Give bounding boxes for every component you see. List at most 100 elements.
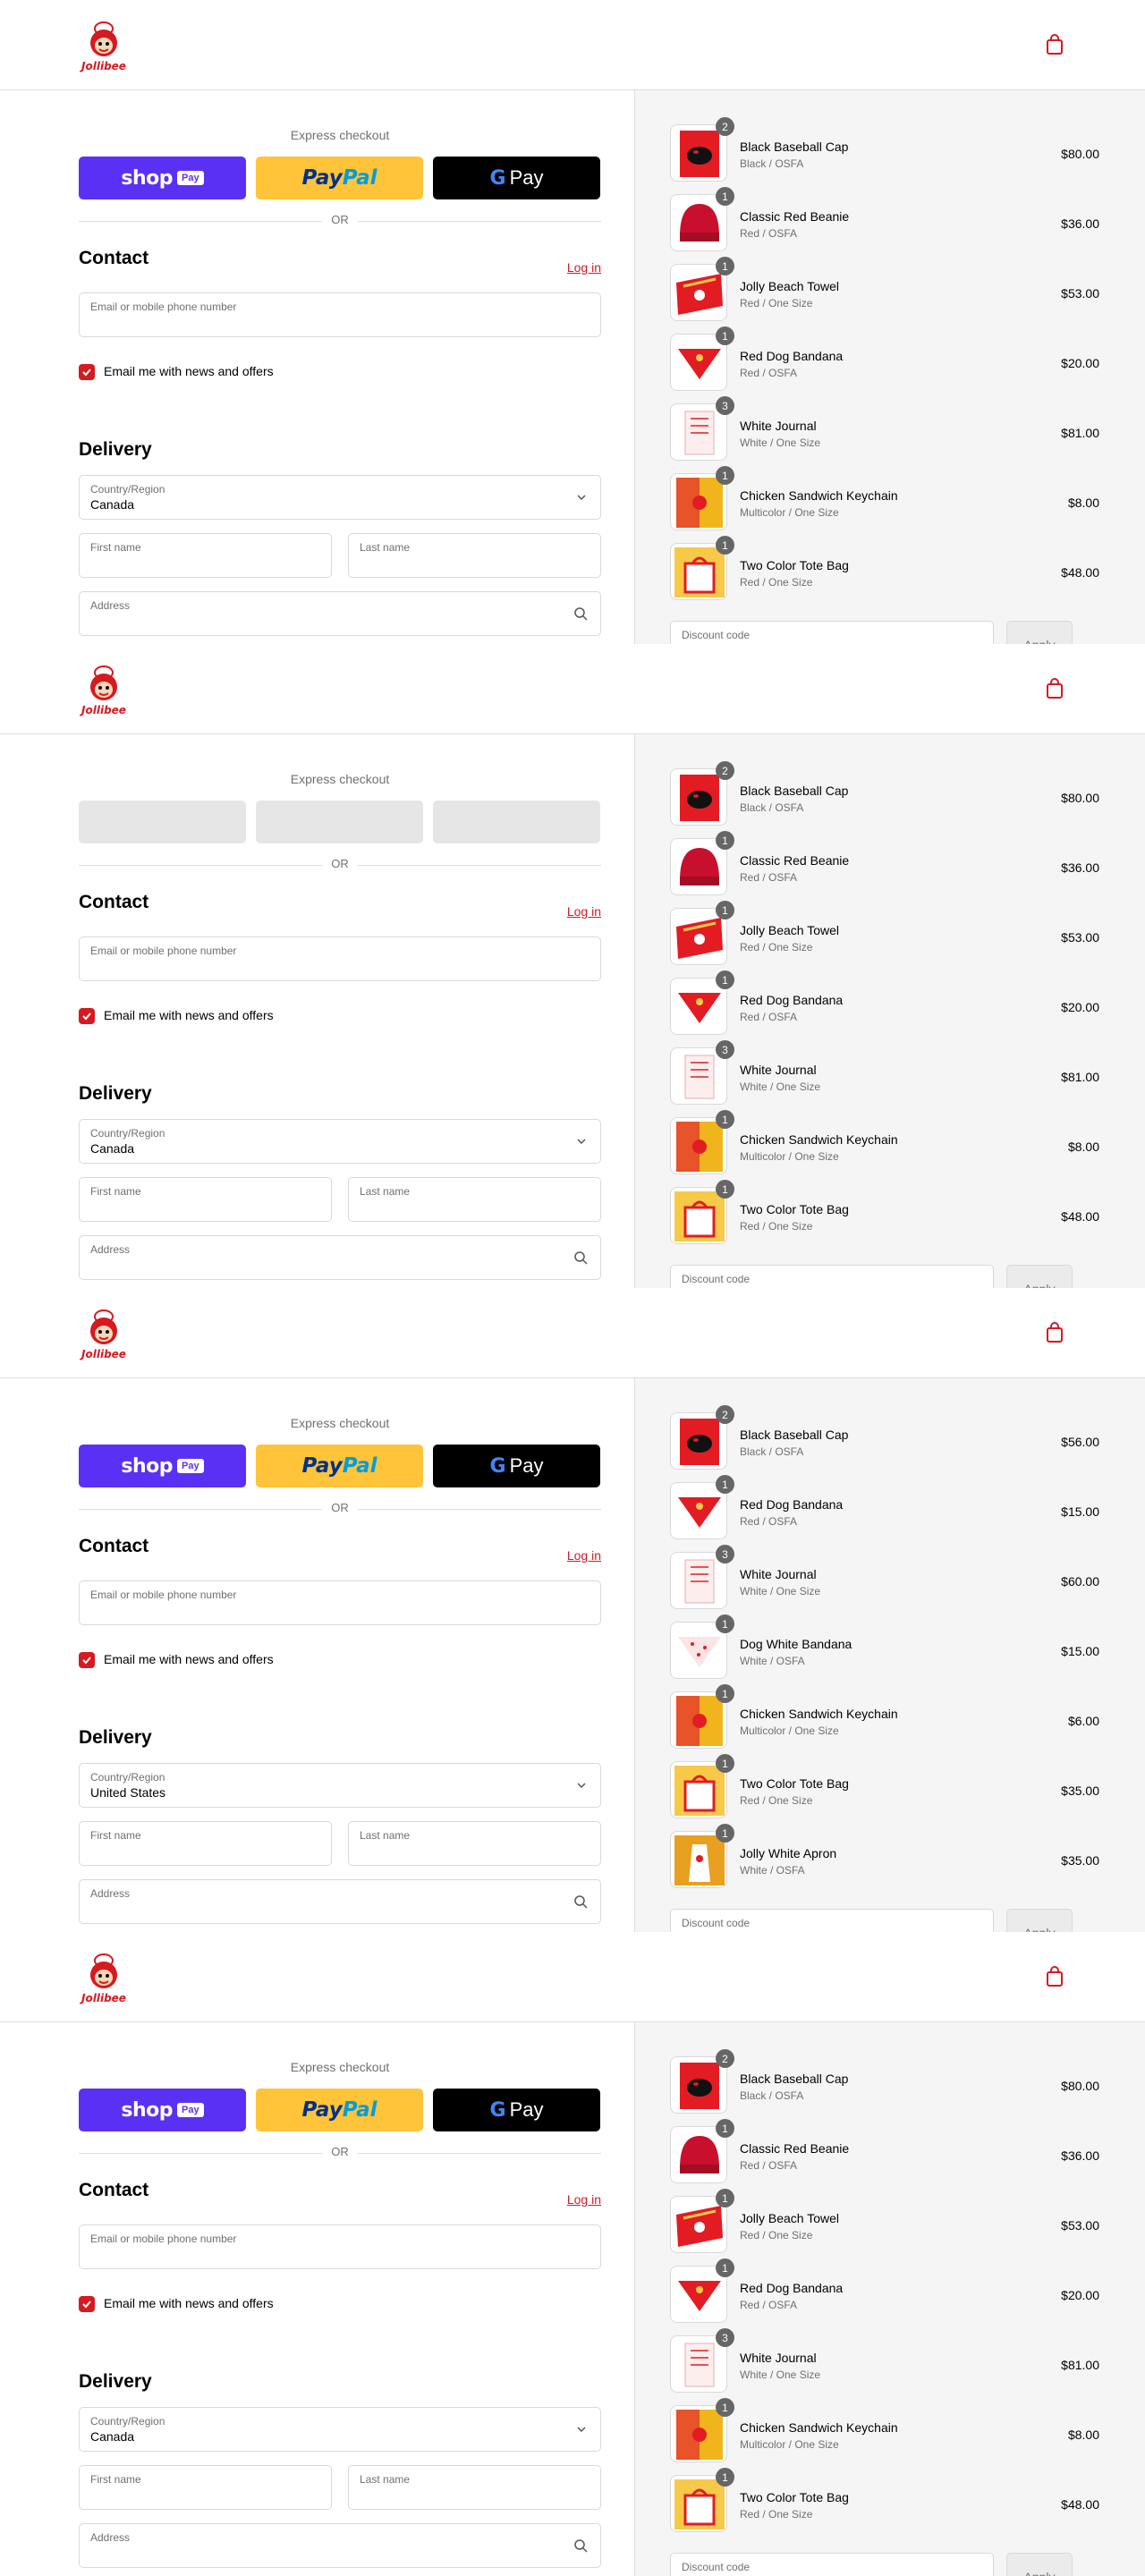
- shop-pay-button[interactable]: shop Pay: [79, 2089, 246, 2131]
- news-checkbox-label: Email me with news and offers: [104, 2296, 274, 2310]
- address-field[interactable]: Address: [79, 2523, 601, 2568]
- news-checkbox-label: Email me with news and offers: [104, 364, 274, 378]
- line-item: 1 Jolly White Apron White / OSFA $35.00: [670, 1824, 1099, 1888]
- line-item: 3 White Journal White / One Size $81.00: [670, 396, 1099, 461]
- jollibee-logo[interactable]: Jollibee: [77, 660, 131, 719]
- product-variant: Red / One Size: [740, 1220, 813, 1233]
- jollibee-logo[interactable]: Jollibee: [77, 1948, 131, 2007]
- paypal-button[interactable]: Pay Pal: [256, 1445, 423, 1487]
- address-field[interactable]: Address: [79, 591, 601, 636]
- first-name-field[interactable]: First name: [79, 1177, 332, 1222]
- email-placeholder: Email or mobile phone number: [90, 1589, 237, 1601]
- first-name-field[interactable]: First name: [79, 1821, 332, 1866]
- or-separator: OR: [322, 857, 358, 870]
- login-link[interactable]: Log in: [567, 1548, 601, 1563]
- jollibee-logo[interactable]: Jollibee: [77, 16, 131, 75]
- country-select[interactable]: Country/Region Canada: [79, 2407, 601, 2452]
- email-field[interactable]: Email or mobile phone number: [79, 936, 601, 981]
- product-variant: Black / OSFA: [740, 801, 804, 814]
- line-item: 1 Chicken Sandwich Keychain Multicolor / O…: [670, 2398, 1099, 2462]
- checkout-main: Express checkout OR Contact Log in Email…: [0, 734, 634, 1288]
- quantity-badge: 1: [716, 2398, 734, 2417]
- express-checkout-title: Express checkout: [290, 128, 390, 142]
- apply-discount-button[interactable]: Apply: [1006, 2553, 1073, 2576]
- cart-bag-icon[interactable]: [1046, 1322, 1064, 1343]
- svg-text:Jollibee: Jollibee: [80, 60, 126, 72]
- discount-code-field[interactable]: Discount code: [670, 1909, 994, 1932]
- product-variant: Red / OSFA: [740, 227, 798, 240]
- apply-discount-button[interactable]: Apply: [1006, 1909, 1073, 1932]
- last-name-field[interactable]: Last name: [348, 533, 601, 578]
- last-name-field[interactable]: Last name: [348, 1177, 601, 1222]
- product-price: $48.00: [1061, 565, 1099, 580]
- last-name-field[interactable]: Last name: [348, 1821, 601, 1866]
- paypal-button[interactable]: Pay Pal: [256, 157, 423, 199]
- product-price: $81.00: [1061, 2358, 1099, 2372]
- shop-pay-button[interactable]: shop Pay: [79, 1445, 246, 1487]
- cart-bag-icon[interactable]: [1046, 678, 1064, 699]
- product-variant: Red / OSFA: [740, 1515, 798, 1528]
- google-pay-button[interactable]: G Pay: [433, 157, 600, 199]
- line-item: 1 Red Dog Bandana Red / OSFA $20.00: [670, 326, 1099, 391]
- product-price: $53.00: [1061, 286, 1099, 301]
- product-price: $15.00: [1061, 1644, 1099, 1658]
- first-name-field[interactable]: First name: [79, 2465, 332, 2510]
- product-price: $80.00: [1061, 2079, 1099, 2093]
- product-price: $53.00: [1061, 2218, 1099, 2233]
- country-value: Canada: [90, 1141, 135, 1156]
- quantity-badge: 1: [716, 1614, 734, 1633]
- line-item: 2 Black Baseball Cap Black / OSFA $80.00: [670, 761, 1099, 826]
- country-select[interactable]: Country/Region Canada: [79, 1119, 601, 1164]
- country-label: Country/Region: [90, 2415, 165, 2428]
- product-price: $8.00: [1067, 1140, 1099, 1154]
- line-item: 1 Chicken Sandwich Keychain Multicolor / O…: [670, 466, 1099, 530]
- cart-bag-icon[interactable]: [1046, 34, 1064, 55]
- quantity-badge: 1: [716, 1824, 734, 1843]
- login-link[interactable]: Log in: [567, 260, 601, 275]
- line-item: 1 Jolly Beach Towel Red / One Size $53.00: [670, 901, 1099, 965]
- login-link[interactable]: Log in: [567, 904, 601, 919]
- discount-code-field[interactable]: Discount code: [670, 621, 994, 644]
- checkout-main: Express checkout shop Pay Pay Pal G Pay OR Co…: [0, 1378, 634, 1932]
- cart-bag-icon[interactable]: [1046, 1966, 1064, 1987]
- line-item: 1 Jolly Beach Towel Red / One Size $53.00: [670, 2189, 1099, 2253]
- site-header: Jollibee: [0, 1288, 1145, 1378]
- paypal-button[interactable]: Pay Pal: [256, 2089, 423, 2131]
- email-field[interactable]: Email or mobile phone number: [79, 1580, 601, 1625]
- email-field[interactable]: Email or mobile phone number: [79, 2224, 601, 2269]
- apply-discount-button[interactable]: Apply: [1006, 621, 1073, 644]
- first-name-placeholder: First name: [90, 1185, 141, 1198]
- search-icon: [574, 607, 588, 621]
- apply-discount-button[interactable]: Apply: [1006, 1265, 1073, 1288]
- address-field[interactable]: Address: [79, 1235, 601, 1280]
- express-checkout-title: Express checkout: [290, 772, 390, 786]
- login-link[interactable]: Log in: [567, 2192, 601, 2207]
- jollibee-logo[interactable]: Jollibee: [77, 1304, 131, 1363]
- discount-code-field[interactable]: Discount code: [670, 1265, 994, 1288]
- google-pay-button[interactable]: G Pay: [433, 2089, 600, 2131]
- news-checkbox[interactable]: [79, 364, 95, 380]
- checkout-frame-2: Jollibee Express checkout OR Contact Log…: [0, 644, 1145, 1288]
- news-checkbox[interactable]: [79, 1008, 95, 1024]
- email-field[interactable]: Email or mobile phone number: [79, 292, 601, 337]
- product-name: Red Dog Bandana: [740, 1497, 844, 1512]
- first-name-field[interactable]: First name: [79, 533, 332, 578]
- product-price: $36.00: [1061, 216, 1099, 231]
- country-select[interactable]: Country/Region United States: [79, 1763, 601, 1808]
- shop-pay-button[interactable]: shop Pay: [79, 157, 246, 199]
- country-select[interactable]: Country/Region Canada: [79, 475, 601, 520]
- news-checkbox[interactable]: [79, 1652, 95, 1668]
- product-variant: Red / One Size: [740, 1794, 813, 1807]
- quantity-badge: 1: [716, 1180, 734, 1199]
- svg-text:Jollibee: Jollibee: [80, 704, 126, 716]
- line-item: 1 Red Dog Bandana Red / OSFA $20.00: [670, 970, 1099, 1035]
- google-pay-button[interactable]: G Pay: [433, 1445, 600, 1487]
- line-item: 2 Black Baseball Cap Black / OSFA $56.00: [670, 1405, 1099, 1470]
- discount-code-field[interactable]: Discount code: [670, 2553, 994, 2576]
- first-name-placeholder: First name: [90, 541, 141, 554]
- address-field[interactable]: Address: [79, 1879, 601, 1924]
- last-name-field[interactable]: Last name: [348, 2465, 601, 2510]
- first-name-placeholder: First name: [90, 1829, 141, 1842]
- order-summary: 2 Black Baseball Cap Black / OSFA $80.00 1 Cl…: [634, 2022, 1145, 2576]
- news-checkbox[interactable]: [79, 2296, 95, 2312]
